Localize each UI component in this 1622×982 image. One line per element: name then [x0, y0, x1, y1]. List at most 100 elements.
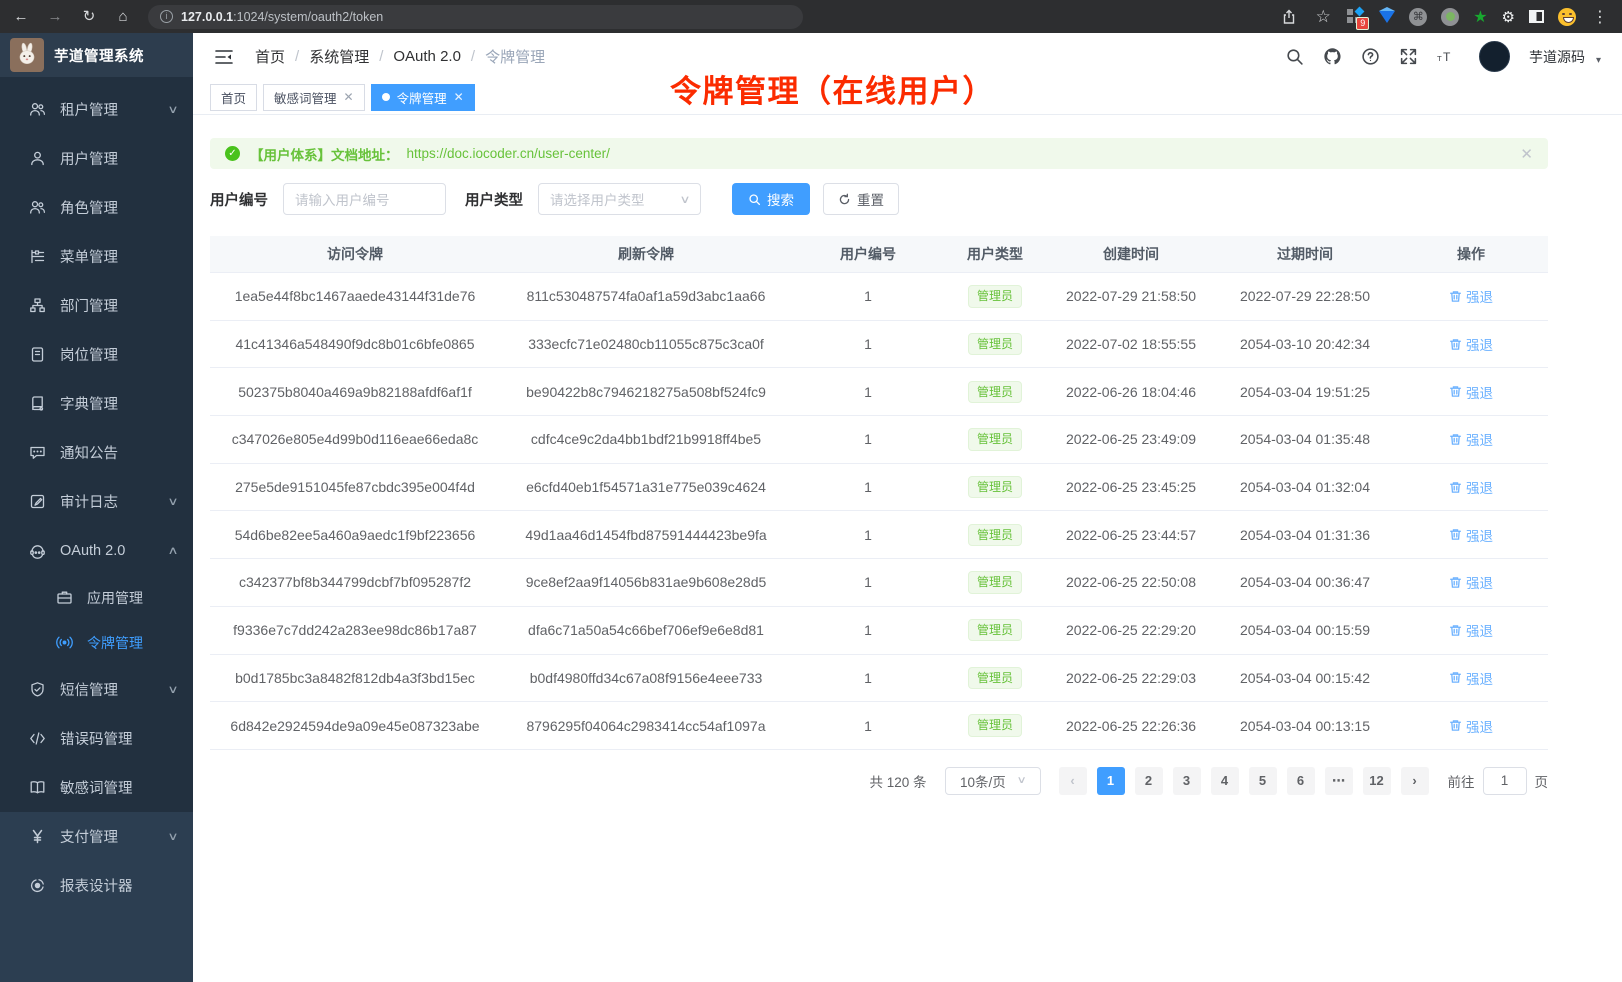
expire-time-cell: 2054-03-04 01:31:36: [1216, 527, 1394, 543]
user-type-badge: 管理员: [968, 714, 1022, 736]
browser-menu-icon[interactable]: ⋮: [1590, 7, 1610, 27]
force-logout-button[interactable]: 强退: [1449, 716, 1493, 736]
page-button-6[interactable]: 6: [1287, 767, 1315, 795]
user-type-badge: 管理员: [968, 667, 1022, 689]
user-id-input[interactable]: 请输入用户编号: [283, 183, 446, 215]
sidebar-item-菜单管理[interactable]: 菜单管理: [0, 232, 193, 281]
broadcast-icon: [56, 634, 73, 651]
app-logo[interactable]: 芋道管理系统: [0, 33, 193, 77]
user-type-badge: 管理员: [968, 524, 1022, 546]
reset-button[interactable]: 重置: [823, 183, 899, 215]
sidebar-item-用户管理[interactable]: 用户管理: [0, 134, 193, 183]
breadcrumb-item[interactable]: 首页: [255, 46, 285, 67]
alert-close-icon[interactable]: ✕: [1520, 145, 1533, 163]
refresh-token-cell: e6cfd40eb1f54571a31e775e039c4624: [500, 479, 792, 495]
goto-page-input[interactable]: 1: [1483, 767, 1527, 795]
actions-cell: 强退: [1394, 334, 1548, 354]
tab-令牌管理[interactable]: 令牌管理✕: [371, 84, 475, 111]
home-icon[interactable]: ⌂: [114, 0, 132, 33]
user-menu-caret-icon[interactable]: ▾: [1596, 55, 1601, 66]
user-id-cell: 1: [792, 622, 944, 638]
tab-close-icon[interactable]: ✕: [344, 90, 354, 104]
sidebar-item-通知公告[interactable]: 通知公告: [0, 428, 193, 477]
next-page-button[interactable]: ›: [1401, 767, 1429, 795]
force-logout-button[interactable]: 强退: [1449, 382, 1493, 402]
tab-首页[interactable]: 首页: [210, 84, 257, 111]
fullscreen-icon[interactable]: [1399, 47, 1418, 66]
extension-command-icon[interactable]: ⌘: [1409, 8, 1427, 26]
access-token-cell: 54d6be82ee5a460a9aedc1f9bf223656: [210, 527, 500, 543]
sidebar-item-字典管理[interactable]: 字典管理: [0, 379, 193, 428]
force-logout-button[interactable]: 强退: [1449, 477, 1493, 497]
sidebar-item-错误码管理[interactable]: 错误码管理: [0, 714, 193, 763]
address-bar[interactable]: i 127.0.0.1:1024/system/oauth2/token: [148, 5, 803, 29]
page-size-select[interactable]: 10条/页∨: [945, 767, 1041, 795]
search-icon[interactable]: [1285, 47, 1304, 66]
force-logout-button[interactable]: 强退: [1449, 620, 1493, 640]
extensions-puzzle-icon[interactable]: ⚙: [1502, 8, 1515, 26]
user-type-select[interactable]: 请选择用户类型∨: [538, 183, 701, 215]
prev-page-button[interactable]: ‹: [1059, 767, 1087, 795]
extension-gem-icon[interactable]: [1379, 11, 1395, 23]
page-button-12[interactable]: 12: [1363, 767, 1391, 795]
tab-close-icon[interactable]: ✕: [454, 90, 464, 104]
sidebar-item-label: 错误码管理: [60, 728, 133, 749]
force-logout-button[interactable]: 强退: [1449, 525, 1493, 545]
page-ellipsis[interactable]: ⋯: [1325, 767, 1353, 795]
alert-doc-link[interactable]: https://doc.iocoder.cn/user-center/: [407, 146, 610, 161]
sidebar-item-岗位管理[interactable]: 岗位管理: [0, 330, 193, 379]
bookmark-star-icon[interactable]: ☆: [1313, 7, 1333, 27]
force-logout-button[interactable]: 强退: [1449, 334, 1493, 354]
extension-grid-icon[interactable]: 9: [1347, 8, 1365, 26]
actions-cell: 强退: [1394, 620, 1548, 640]
back-icon[interactable]: ←: [12, 0, 30, 33]
force-logout-button[interactable]: 强退: [1449, 429, 1493, 449]
page-button-3[interactable]: 3: [1173, 767, 1201, 795]
sidebar-item-应用管理[interactable]: 应用管理: [0, 575, 193, 620]
sidebar-item-令牌管理[interactable]: 令牌管理: [0, 620, 193, 665]
sidebar-item-label: 敏感词管理: [60, 777, 133, 798]
force-logout-button[interactable]: 强退: [1449, 286, 1493, 306]
success-check-icon: ✓: [225, 146, 240, 161]
page-button-5[interactable]: 5: [1249, 767, 1277, 795]
site-info-icon[interactable]: i: [160, 10, 173, 23]
extension-smiley-icon[interactable]: [1558, 8, 1576, 26]
access-token-cell: c342377bf8b344799dcbf7bf095287f2: [210, 574, 500, 590]
table-row: 41c41346a548490f9dc8b01c6bfe0865333ecfc7…: [210, 321, 1548, 369]
forward-icon[interactable]: →: [46, 0, 64, 33]
force-logout-button[interactable]: 强退: [1449, 572, 1493, 592]
sidebar-fold-icon[interactable]: [214, 47, 234, 67]
sidebar-item-短信管理[interactable]: 短信管理∨: [0, 665, 193, 714]
force-logout-button[interactable]: 强退: [1449, 668, 1493, 688]
sidebar-item-敏感词管理[interactable]: 敏感词管理: [0, 763, 193, 812]
sidebar-item-审计日志[interactable]: 审计日志∨: [0, 477, 193, 526]
breadcrumb-item[interactable]: OAuth 2.0: [393, 48, 461, 65]
breadcrumb-item[interactable]: 系统管理: [309, 46, 369, 67]
search-button[interactable]: 搜索: [732, 183, 810, 215]
user-name[interactable]: 芋道源码: [1529, 47, 1585, 67]
help-icon[interactable]: [1361, 47, 1380, 66]
sidebar-item-报表设计器[interactable]: 报表设计器: [0, 861, 193, 910]
column-header: 用户类型: [944, 244, 1046, 264]
sidebar-item-租户管理[interactable]: 租户管理∨: [0, 85, 193, 134]
created-time-cell: 2022-06-26 18:04:46: [1046, 384, 1216, 400]
user-type-cell: 管理员: [944, 714, 1046, 736]
expire-time-cell: 2054-03-04 00:15:42: [1216, 670, 1394, 686]
user-avatar[interactable]: [1479, 41, 1510, 72]
sidebar-item-部门管理[interactable]: 部门管理: [0, 281, 193, 330]
page-button-2[interactable]: 2: [1135, 767, 1163, 795]
reload-icon[interactable]: ↻: [80, 0, 98, 33]
sidebar-item-支付管理[interactable]: 支付管理∨: [0, 812, 193, 861]
tab-敏感词管理[interactable]: 敏感词管理✕: [263, 84, 365, 111]
sidebar-item-OAuth 2.0[interactable]: OAuth 2.0∧: [0, 526, 193, 575]
page-button-4[interactable]: 4: [1211, 767, 1239, 795]
extension-star-icon[interactable]: ★: [1473, 7, 1487, 27]
page-button-1[interactable]: 1: [1097, 767, 1125, 795]
extension-splitscreen-icon[interactable]: [1529, 10, 1544, 23]
font-size-icon[interactable]: TT: [1437, 47, 1456, 66]
sidebar-item-角色管理[interactable]: 角色管理: [0, 183, 193, 232]
github-icon[interactable]: [1323, 47, 1342, 66]
share-icon[interactable]: [1279, 7, 1299, 27]
sidebar-item-label: 短信管理: [60, 679, 118, 700]
extension-recorder-icon[interactable]: [1441, 8, 1459, 26]
